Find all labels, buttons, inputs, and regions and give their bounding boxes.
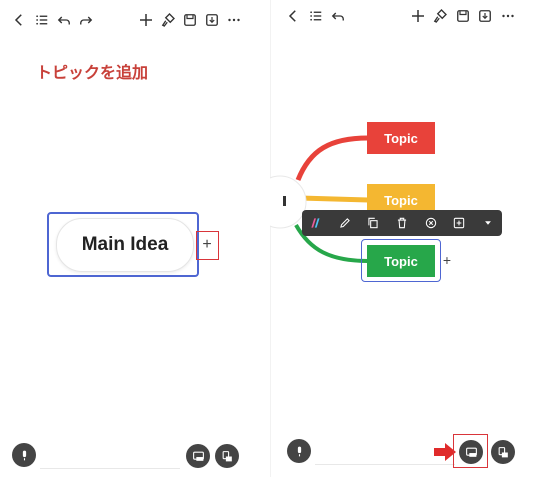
left-panel: トピックを追加 Main Idea + (0, 0, 270, 477)
style-icon[interactable] (302, 210, 331, 236)
undo-icon[interactable] (55, 11, 73, 29)
layout-icon (222, 450, 232, 461)
mic-button[interactable] (287, 439, 311, 463)
bottom-divider (315, 464, 455, 465)
save-icon[interactable] (454, 7, 472, 25)
mic-icon (22, 450, 26, 460)
add-subtopic-button[interactable]: + (440, 252, 454, 268)
mic-icon (297, 446, 301, 456)
view-icon (192, 451, 204, 461)
view-button[interactable] (186, 444, 210, 468)
redo-icon[interactable] (77, 11, 95, 29)
add-icon[interactable] (409, 7, 427, 25)
bottom-divider (40, 468, 180, 469)
layout-button[interactable] (491, 440, 515, 464)
close-icon[interactable] (416, 210, 445, 236)
central-node-mark (283, 196, 286, 206)
view-icon (465, 447, 477, 457)
add-topic-annotation: トピックを追加 (36, 65, 149, 82)
topic-selection-frame (361, 239, 441, 282)
copy-icon[interactable] (359, 210, 388, 236)
outline-list-icon[interactable] (307, 7, 325, 25)
export-icon[interactable] (476, 7, 494, 25)
add-subtopic-icon[interactable] (445, 210, 474, 236)
mic-button[interactable] (12, 443, 36, 467)
context-toolbar (302, 210, 502, 236)
back-icon[interactable] (284, 7, 302, 25)
more-icon[interactable] (499, 7, 517, 25)
topic-node-1[interactable]: Topic (367, 122, 435, 154)
view-button[interactable] (459, 440, 483, 464)
add-topic-button[interactable]: + (199, 236, 215, 253)
back-icon[interactable] (10, 11, 28, 29)
layout-icon (498, 446, 508, 457)
format-brush-icon[interactable] (159, 11, 177, 29)
export-icon[interactable] (203, 11, 221, 29)
layout-button[interactable] (215, 444, 239, 468)
save-icon[interactable] (181, 11, 199, 29)
delete-icon[interactable] (388, 210, 417, 236)
undo-icon[interactable] (329, 7, 347, 25)
format-brush-icon[interactable] (431, 7, 449, 25)
add-icon[interactable] (137, 11, 155, 29)
more-down-icon[interactable] (473, 210, 502, 236)
outline-list-icon[interactable] (33, 11, 51, 29)
more-icon[interactable] (225, 11, 243, 29)
edit-icon[interactable] (331, 210, 360, 236)
main-idea-selection-frame (47, 212, 199, 277)
